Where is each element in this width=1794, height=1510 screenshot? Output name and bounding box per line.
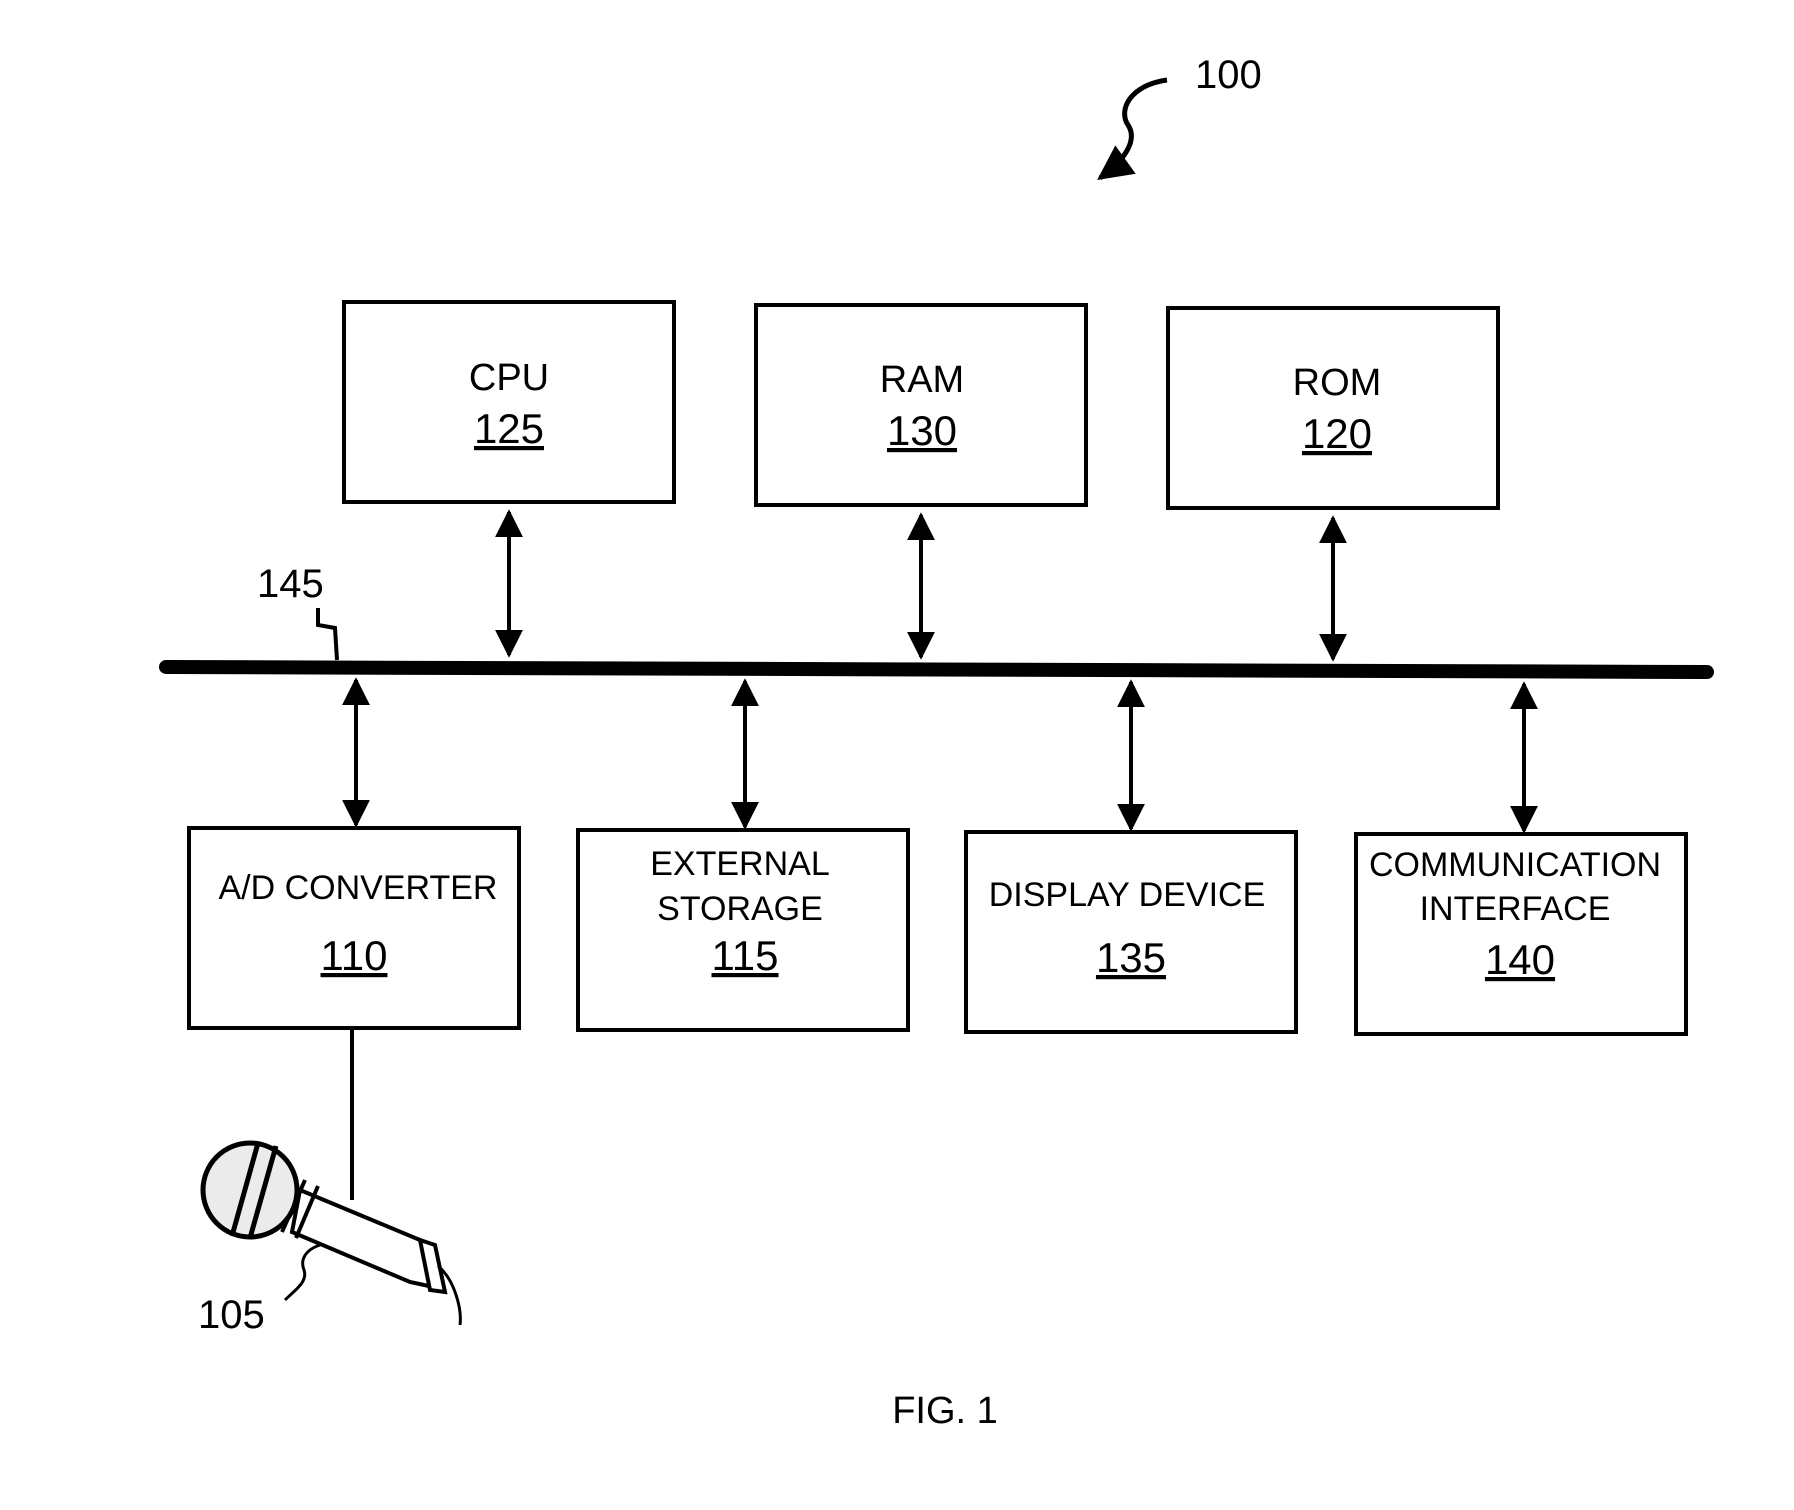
display-ref: 135 [1096,934,1166,981]
ram-label: RAM [880,359,964,401]
ram-box: RAM 130 [754,303,1088,507]
system-reference: 100 [1097,53,1262,181]
comm-ref: 140 [1485,936,1555,983]
system-ref-label: 100 [1195,53,1262,97]
communication-interface-box: COMMUNICATION INTERFACE 140 [1354,832,1688,1036]
bus-leader [316,608,339,661]
display-label: DISPLAY DEVICE [989,876,1266,914]
microphone-ref-label: 105 [198,1293,265,1337]
ram-ref: 130 [887,407,957,454]
adc-ref: 110 [321,932,388,979]
figure-caption: FIG. 1 [892,1390,998,1432]
system-leader-arrow [1097,77,1168,181]
rom-ref: 120 [1302,410,1372,457]
rom-box: ROM 120 [1166,306,1500,510]
storage-label-line1: EXTERNAL [650,845,830,883]
adc-box: A/D CONVERTER 110 [187,826,521,1030]
cpu-ref: 125 [474,405,544,452]
bus-reference: 145 [257,562,339,661]
system-bus [159,660,1714,679]
cpu-label: CPU [469,357,549,399]
adc-label: A/D CONVERTER [219,869,498,907]
comm-label-line2: INTERFACE [1420,890,1611,928]
bus-ref-label: 145 [257,562,324,606]
cpu-box: CPU 125 [342,300,676,504]
rom-label: ROM [1293,362,1382,404]
display-device-box: DISPLAY DEVICE 135 [964,830,1298,1034]
storage-label-line2: STORAGE [657,890,823,928]
external-storage-box: EXTERNAL STORAGE 115 [576,828,910,1032]
comm-label-line1: COMMUNICATION [1369,846,1661,884]
system-diagram: 100 CPU 125 RAM 130 ROM 120 145 A/D CONV… [159,53,1714,1432]
storage-ref: 115 [712,932,779,979]
